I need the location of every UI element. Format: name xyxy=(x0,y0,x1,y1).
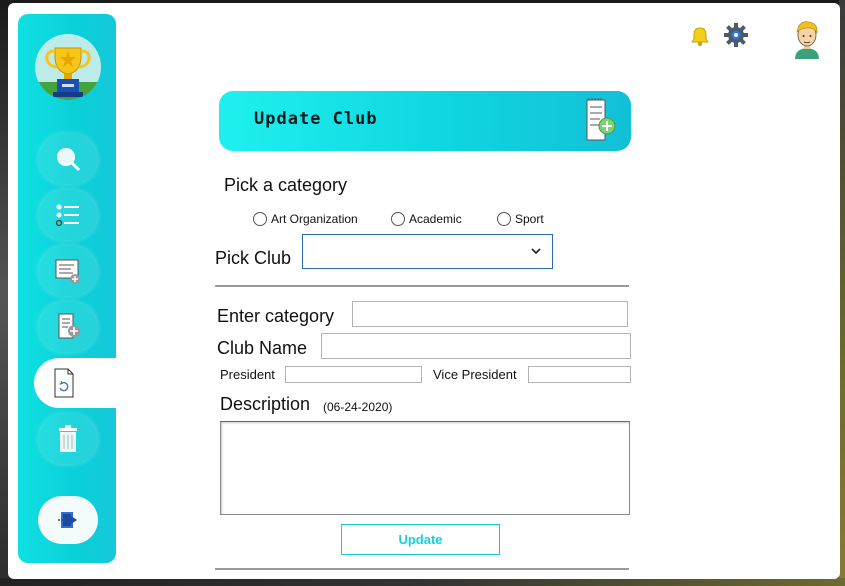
president-label: President xyxy=(220,367,275,382)
enter-category-label: Enter category xyxy=(217,306,335,326)
description-label: Description xyxy=(220,394,311,414)
page-header-banner: Update Club xyxy=(219,91,631,151)
sidebar-item-add-club[interactable] xyxy=(39,302,97,352)
search-icon xyxy=(57,148,81,172)
chevron-down-icon xyxy=(531,248,541,255)
exit-icon xyxy=(58,512,77,528)
vice-president-field[interactable] xyxy=(528,366,631,383)
radio-circle[interactable] xyxy=(253,212,267,226)
sidebar-item-update-club[interactable] xyxy=(34,358,132,408)
page-title: Update Club xyxy=(254,109,378,129)
bell-icon[interactable] xyxy=(691,26,709,46)
sidebar-item-search[interactable] xyxy=(39,134,97,184)
document-add-icon xyxy=(586,98,616,141)
club-name-label: Club Name xyxy=(217,338,308,358)
radio-academic[interactable]: Academic xyxy=(391,212,462,226)
list-icon xyxy=(55,204,79,227)
sidebar-item-list[interactable] xyxy=(39,190,97,240)
gear-icon[interactable] xyxy=(724,23,748,47)
divider xyxy=(215,568,629,570)
radio-art-organization[interactable]: Art Organization xyxy=(253,212,358,226)
user-avatar-icon[interactable] xyxy=(792,19,822,59)
update-button[interactable]: Update xyxy=(341,524,500,555)
sidebar xyxy=(18,14,132,563)
sidebar-item-delete-club[interactable] xyxy=(39,414,97,464)
president-field[interactable] xyxy=(285,366,422,383)
radio-label: Art Organization xyxy=(271,212,358,226)
divider xyxy=(215,285,629,287)
pick-club-dropdown[interactable] xyxy=(302,234,553,269)
desktop-background xyxy=(0,578,845,586)
document-list-icon xyxy=(55,259,80,284)
pick-club-label: Pick Club xyxy=(215,248,292,268)
description-date: (06-24-2020) xyxy=(323,400,393,414)
radio-circle[interactable] xyxy=(497,212,511,226)
enter-category-field[interactable] xyxy=(352,301,628,327)
category-prompt-label: Pick a category xyxy=(224,175,348,195)
vice-president-label: Vice President xyxy=(433,367,517,382)
trophy-icon xyxy=(35,34,101,100)
sidebar-item-view-clubs[interactable] xyxy=(39,246,97,296)
document-add-icon xyxy=(58,313,80,339)
trash-icon xyxy=(59,425,77,452)
logout-button[interactable] xyxy=(38,496,98,544)
description-textarea[interactable] xyxy=(220,421,630,515)
app-window: Update Club Pick a category Art Organiza… xyxy=(8,3,840,579)
desktop-background xyxy=(0,0,8,586)
document-refresh-icon xyxy=(54,368,74,398)
radio-circle[interactable] xyxy=(391,212,405,226)
radio-label: Academic xyxy=(409,212,462,226)
radio-sport[interactable]: Sport xyxy=(497,212,544,226)
club-name-field[interactable] xyxy=(321,333,631,359)
radio-label: Sport xyxy=(515,212,544,226)
